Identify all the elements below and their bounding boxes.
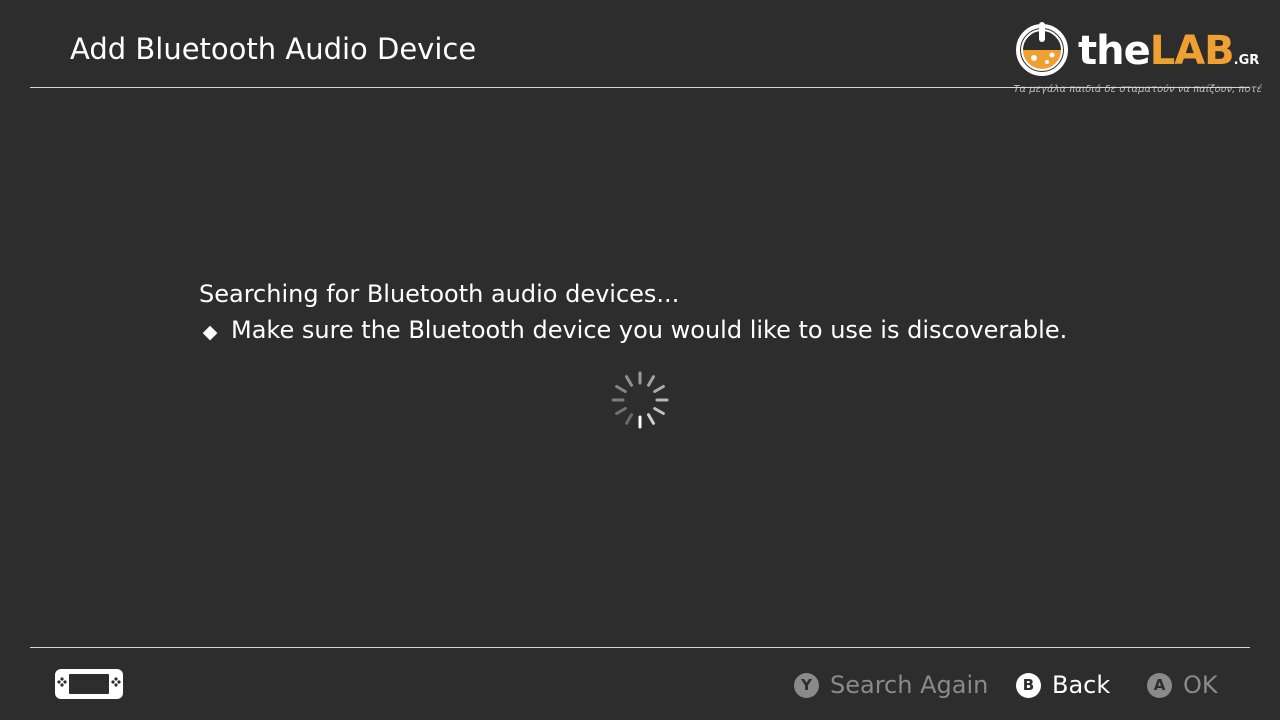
search-again-label: Search Again xyxy=(830,671,989,699)
diamond-bullet-icon: ◆ xyxy=(202,321,218,343)
handheld-console-icon xyxy=(55,669,123,699)
b-button-icon: B xyxy=(1016,672,1041,698)
watermark-word-the: the xyxy=(1078,28,1151,74)
loading-spinner-icon xyxy=(611,371,669,429)
y-button-icon: Y xyxy=(794,672,819,698)
header-divider xyxy=(30,87,1250,88)
bluetooth-audio-screen: Add Bluetooth Audio Device theLAB.GR Τα … xyxy=(0,0,1280,720)
ok-button[interactable]: A OK xyxy=(1147,668,1218,702)
back-label: Back xyxy=(1052,671,1111,699)
footer-divider xyxy=(30,647,1250,648)
hint-text: Make sure the Bluetooth device you would… xyxy=(231,316,1068,344)
watermark-tagline: Τα μεγάλα παιδιά δε σταματούν να παίζουν… xyxy=(1013,84,1262,95)
hint-line: ◆ Make sure the Bluetooth device you woul… xyxy=(199,312,1068,350)
search-again-button[interactable]: Y Search Again xyxy=(794,668,988,702)
page-title: Add Bluetooth Audio Device xyxy=(70,32,477,66)
back-button[interactable]: B Back xyxy=(1016,668,1110,702)
watermark-word-suffix: .GR xyxy=(1233,53,1260,68)
status-text: Searching for Bluetooth audio devices... xyxy=(199,280,680,308)
ok-label: OK xyxy=(1183,671,1218,699)
watermark-word-lab: LAB xyxy=(1149,28,1235,74)
a-button-icon: A xyxy=(1147,672,1172,698)
search-message: Searching for Bluetooth audio devices...… xyxy=(199,276,1067,350)
power-flask-icon xyxy=(1016,22,1068,76)
